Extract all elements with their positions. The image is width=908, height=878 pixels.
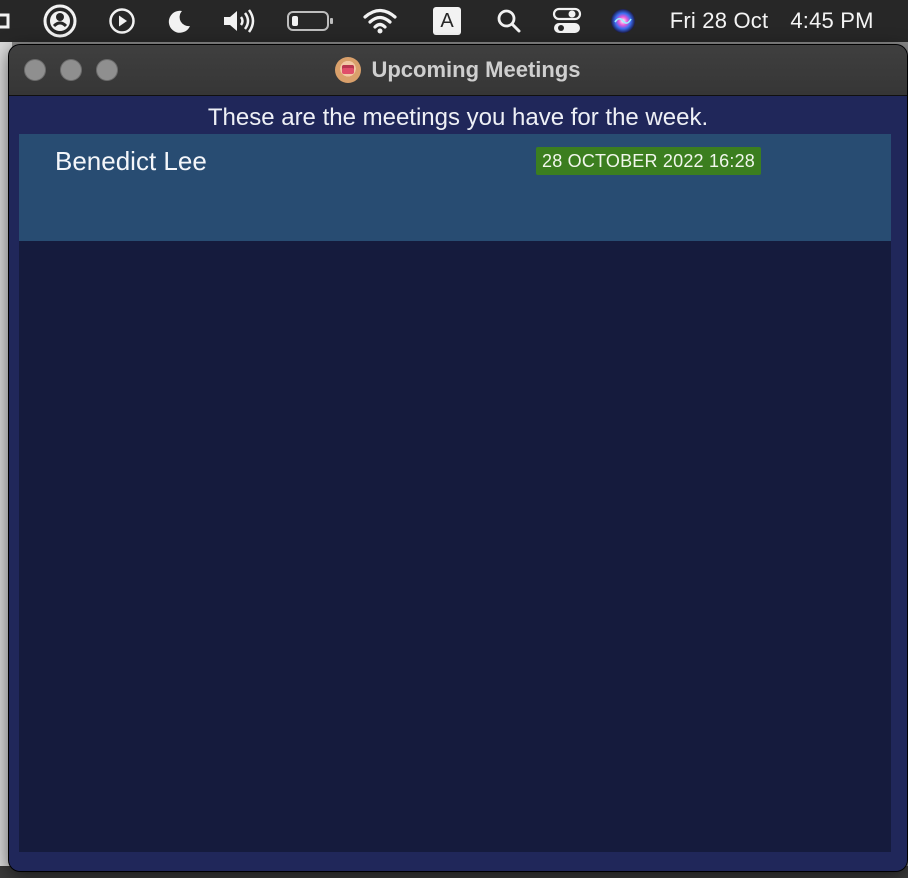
meeting-name: Benedict Lee: [55, 146, 207, 176]
control-center-icon[interactable]: [550, 0, 584, 42]
wifi-icon[interactable]: [362, 0, 398, 42]
play-icon[interactable]: [106, 0, 138, 42]
date-text: Fri 28 Oct: [669, 8, 769, 33]
calendar-icon: [335, 57, 362, 83]
app-menu-fragment-icon[interactable]: [0, 0, 16, 42]
accessibility-icon[interactable]: [42, 0, 78, 42]
window-title: Upcoming Meetings: [371, 57, 581, 82]
battery-icon[interactable]: [285, 0, 335, 42]
input-source-icon[interactable]: A: [431, 0, 463, 42]
meetings-subtitle: These are the meetings you have for the …: [207, 104, 709, 131]
moon-icon[interactable]: [163, 0, 195, 42]
siri-icon[interactable]: [607, 0, 639, 42]
volume-icon[interactable]: [220, 0, 260, 42]
title-bar[interactable]: Upcoming Meetings: [9, 45, 907, 96]
menu-bar: A Fri 28 Oct 4:45 PM: [0, 0, 908, 42]
menubar-date[interactable]: Fri 28 Oct: [662, 0, 776, 42]
meetings-list[interactable]: Benedict Lee 28 OCTOBER 2022 16:28: [19, 134, 891, 852]
search-icon[interactable]: [494, 0, 524, 42]
window-content: These are the meetings you have for the …: [9, 96, 907, 871]
time-text: 4:45 PM: [790, 8, 874, 33]
input-source-label: A: [440, 9, 454, 32]
meeting-datetime-badge: 28 OCTOBER 2022 16:28: [536, 147, 761, 175]
meeting-row[interactable]: Benedict Lee 28 OCTOBER 2022 16:28: [19, 134, 891, 241]
menubar-time[interactable]: 4:45 PM: [784, 0, 880, 42]
upcoming-meetings-window: Upcoming Meetings These are the meetings…: [9, 45, 907, 871]
window-title-group: Upcoming Meetings: [9, 45, 907, 95]
